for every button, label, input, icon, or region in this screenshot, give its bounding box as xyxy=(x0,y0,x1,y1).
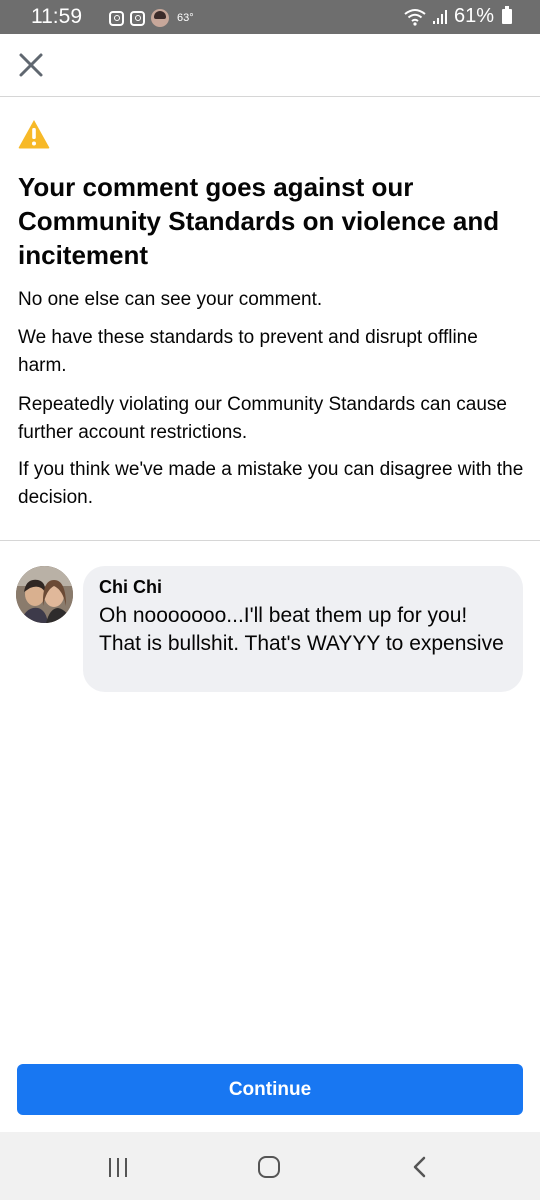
comment-text: Oh nooooooo...I'll beat them up for you!… xyxy=(99,604,504,655)
comment-author[interactable]: Chi Chi xyxy=(99,576,507,598)
divider xyxy=(0,540,540,541)
notice-paragraph: We have these standards to prevent and d… xyxy=(18,327,478,376)
close-button[interactable] xyxy=(14,48,48,82)
battery-icon xyxy=(502,6,512,24)
status-time: 11:59 xyxy=(31,5,82,28)
system-nav-bar xyxy=(0,1132,540,1200)
notice-heading: Your comment goes against our Community … xyxy=(18,172,500,270)
notice-paragraph: Repeatedly violating our Community Stand… xyxy=(18,394,507,443)
status-system-icons: 61% xyxy=(404,5,512,28)
avatar[interactable] xyxy=(16,566,73,623)
top-bar xyxy=(0,34,540,97)
battery-percent: 61% xyxy=(453,5,494,27)
status-bar: 11:59 63° 61% xyxy=(0,0,540,34)
warning-icon xyxy=(18,120,50,149)
instagram-icon xyxy=(109,10,124,26)
wifi-icon xyxy=(404,8,426,26)
recent-apps-icon[interactable] xyxy=(107,1158,129,1177)
notice-paragraph: If you think we've made a mistake you ca… xyxy=(18,459,524,508)
back-icon[interactable] xyxy=(410,1156,430,1178)
notice-paragraph: No one else can see your comment. xyxy=(18,289,323,310)
status-temperature: 63° xyxy=(177,12,194,24)
close-icon xyxy=(19,53,43,77)
avatar-notification-icon xyxy=(151,9,169,27)
instagram-icon xyxy=(130,10,145,26)
status-notification-icons: 63° xyxy=(109,9,194,27)
home-icon[interactable] xyxy=(258,1156,280,1178)
signal-icon xyxy=(432,9,447,24)
comment-bubble: Chi Chi Oh nooooooo...I'll beat them up … xyxy=(83,566,523,692)
continue-button[interactable]: Continue xyxy=(17,1064,523,1115)
